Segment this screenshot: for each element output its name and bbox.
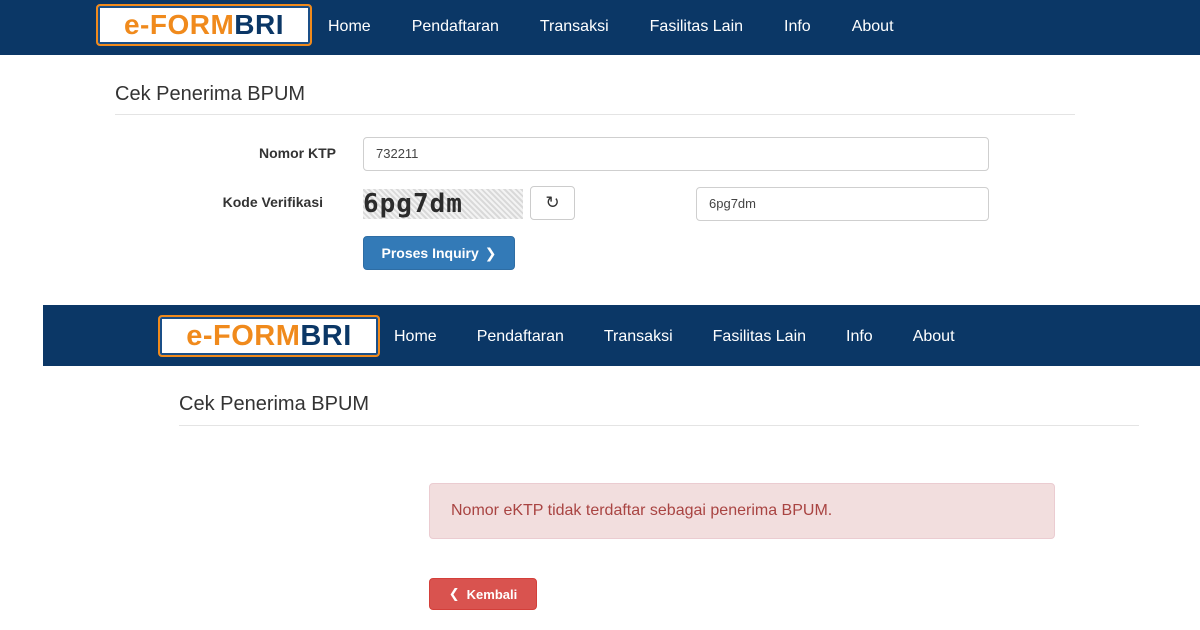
kembali-label: Kembali: [466, 586, 518, 602]
eformbri-logo[interactable]: e-FORM BRI: [96, 4, 312, 46]
verification-code-input[interactable]: 6pg7dm: [696, 187, 989, 221]
nav-item-pendaftaran[interactable]: Pendaftaran: [477, 328, 564, 346]
nav-menu: Home Pendaftaran Transaksi Fasilitas Lai…: [328, 18, 935, 36]
nav-item-fasilitas-lain[interactable]: Fasilitas Lain: [650, 18, 743, 36]
verification-code-label: Kode Verifikasi: [222, 194, 323, 210]
page-title: Cek Penerima BPUM: [115, 83, 306, 105]
top-navbar: e-FORM BRI Home Pendaftaran Transaksi Fas…: [0, 0, 1200, 55]
chevron-left-icon: ❮: [448, 586, 460, 601]
kembali-button[interactable]: ❮ Kembali: [429, 578, 537, 610]
nav-item-transaksi[interactable]: Transaksi: [540, 18, 609, 36]
title-divider: [115, 114, 1075, 115]
logo-suffix: BRI: [234, 9, 285, 40]
nav-item-info[interactable]: Info: [846, 328, 873, 346]
nav-menu: Home Pendaftaran Transaksi Fasilitas Lai…: [394, 328, 995, 346]
result-navbar: e-FORM BRI Home Pendaftaran Transaksi Fas…: [43, 305, 1200, 366]
nav-item-transaksi[interactable]: Transaksi: [604, 328, 673, 346]
error-alert: Nomor eKTP tidak terdaftar sebagai pener…: [429, 483, 1055, 539]
chevron-right-icon: ❯: [484, 244, 497, 261]
logo-suffix: BRI: [300, 319, 352, 352]
nav-item-home[interactable]: Home: [394, 328, 437, 346]
ktp-label: Nomor KTP: [259, 145, 336, 161]
ktp-input[interactable]: 732211: [363, 137, 989, 171]
result-page-title: Cek Penerima BPUM: [179, 393, 370, 415]
nav-item-info[interactable]: Info: [784, 18, 811, 36]
result-title-divider: [179, 425, 1139, 426]
nav-item-about[interactable]: About: [852, 18, 894, 36]
captcha-image: 6pg7dm: [363, 189, 523, 219]
logo-prefix: e-FORM: [186, 319, 301, 352]
nav-item-pendaftaran[interactable]: Pendaftaran: [412, 18, 499, 36]
eformbri-logo[interactable]: e-FORM BRI: [158, 315, 380, 357]
nav-item-fasilitas-lain[interactable]: Fasilitas Lain: [713, 328, 806, 346]
nav-item-home[interactable]: Home: [328, 18, 371, 36]
proses-inquiry-button[interactable]: Proses Inquiry ❯: [363, 236, 515, 270]
logo-prefix: e-FORM: [123, 9, 235, 40]
proses-inquiry-label: Proses Inquiry: [381, 245, 479, 261]
refresh-icon: ↻: [545, 193, 560, 212]
nav-item-about[interactable]: About: [913, 328, 955, 346]
refresh-captcha-button[interactable]: ↻: [530, 186, 575, 220]
